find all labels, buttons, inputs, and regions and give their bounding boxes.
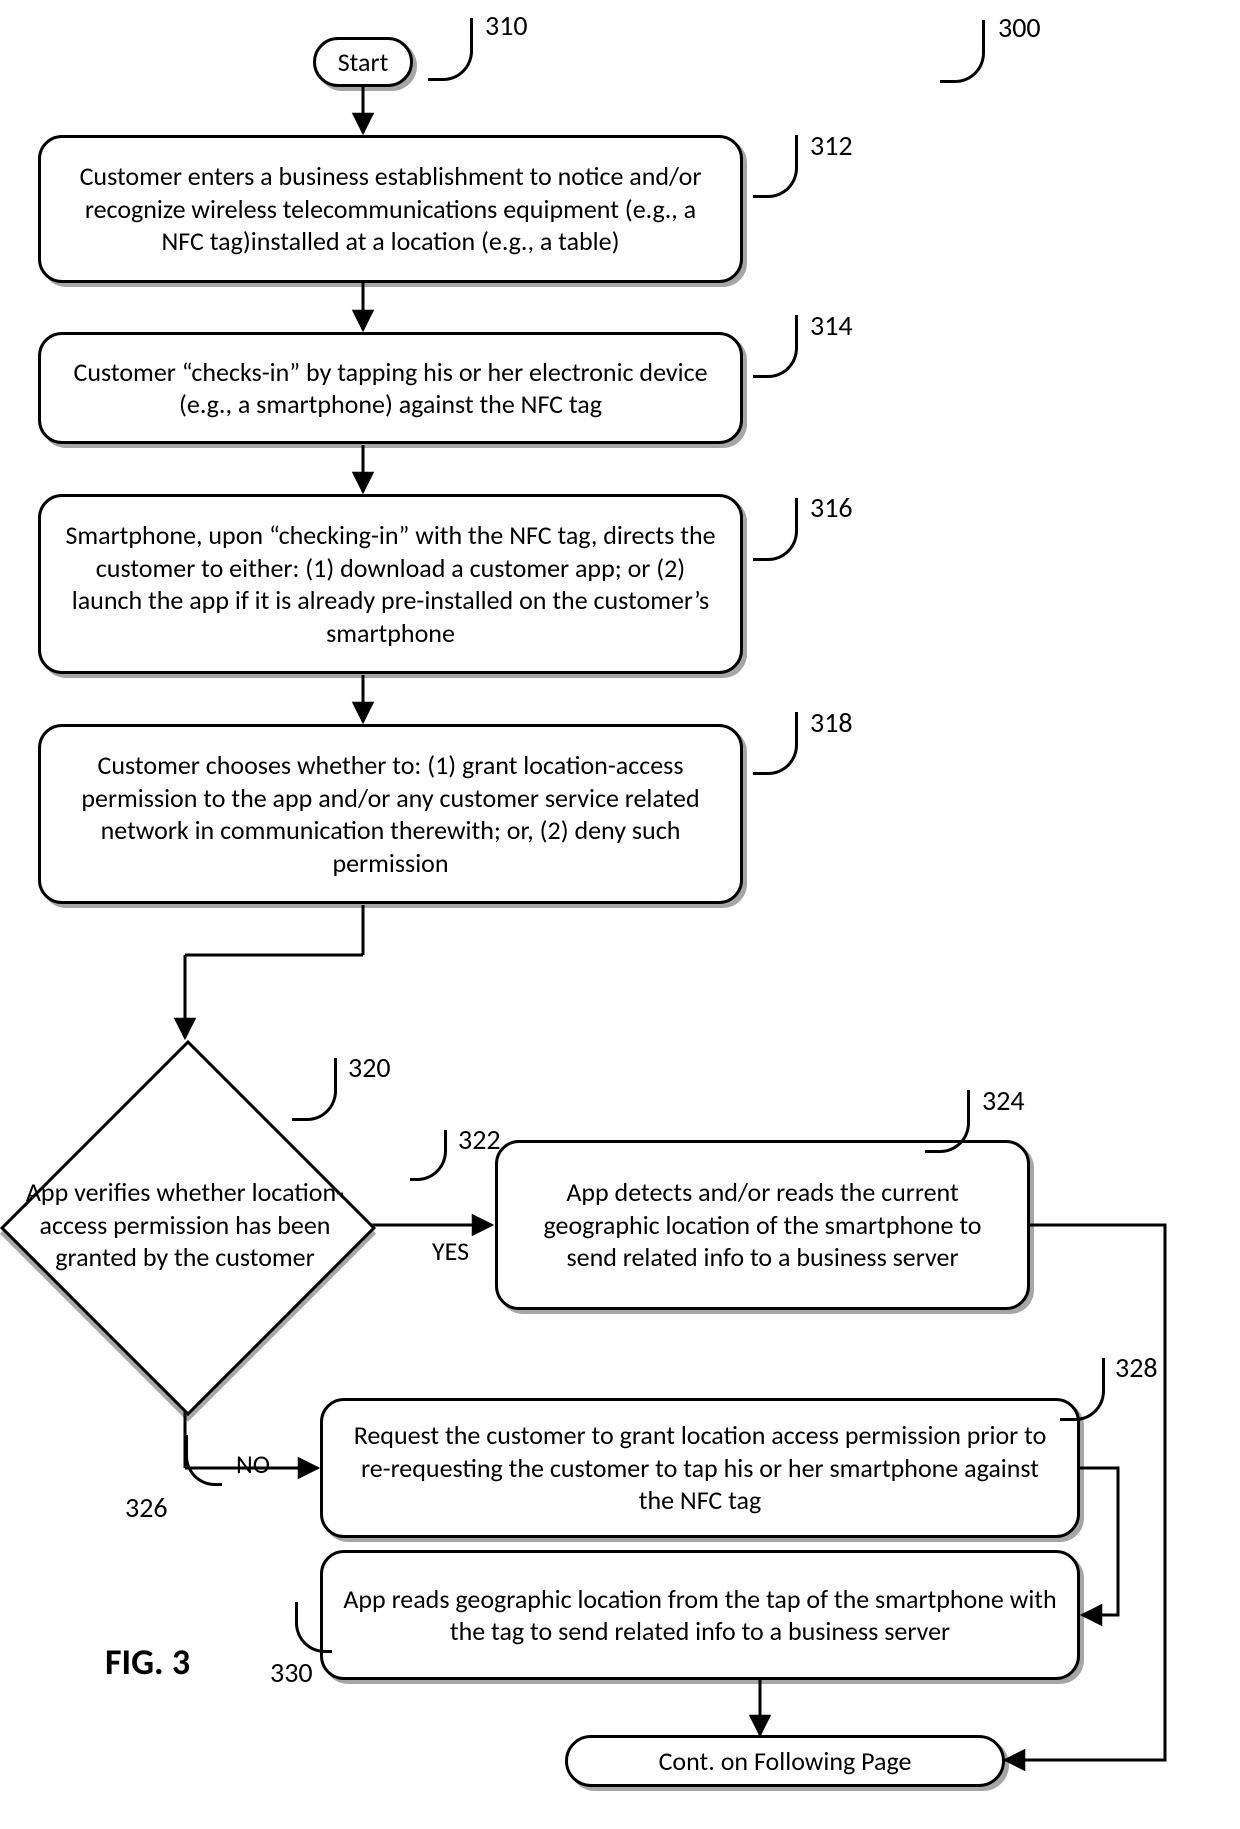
ref-316: 316: [810, 490, 853, 525]
node-continue: Cont. on Following Page: [565, 1735, 1005, 1787]
node-324: App detects and/or reads the current geo…: [495, 1140, 1030, 1310]
ref-324: 324: [982, 1083, 1025, 1118]
ref-328: 328: [1115, 1350, 1158, 1385]
node-314-label: Customer “checks-in” by tapping his or h…: [61, 356, 720, 421]
node-start-label: Start: [338, 46, 389, 79]
node-318: Customer chooses whether to: (1) grant l…: [38, 724, 743, 904]
figure-ref-300: 300: [998, 10, 1041, 45]
node-318-label: Customer chooses whether to: (1) grant l…: [61, 749, 720, 879]
branch-yes: YES: [432, 1235, 469, 1267]
node-328-label: Request the customer to grant location a…: [343, 1419, 1057, 1517]
ref-330: 330: [270, 1655, 313, 1690]
figure-label: FIG. 3: [105, 1640, 190, 1684]
ref-312: 312: [810, 128, 853, 163]
node-312-label: Customer enters a business establishment…: [61, 160, 720, 258]
node-330: App reads geographic location from the t…: [320, 1550, 1080, 1680]
branch-no: NO: [236, 1448, 270, 1480]
node-continue-label: Cont. on Following Page: [659, 1745, 912, 1778]
ref-314: 314: [810, 308, 853, 343]
ref-310: 310: [485, 8, 528, 43]
node-start: Start: [313, 37, 413, 87]
ref-326: 326: [125, 1490, 168, 1525]
ref-322: 322: [458, 1122, 501, 1157]
node-320-label: App verifies whether location-access per…: [20, 1176, 350, 1274]
node-328: Request the customer to grant location a…: [320, 1398, 1080, 1538]
node-314: Customer “checks-in” by tapping his or h…: [38, 332, 743, 444]
node-312: Customer enters a business establishment…: [38, 135, 743, 283]
node-324-label: App detects and/or reads the current geo…: [518, 1176, 1007, 1274]
node-316-label: Smartphone, upon “checking-in” with the …: [61, 519, 720, 649]
flowchart-canvas: 300 Start 310 Customer enters a business…: [0, 0, 1240, 1829]
node-330-label: App reads geographic location from the t…: [343, 1583, 1057, 1648]
ref-318: 318: [810, 705, 853, 740]
node-316: Smartphone, upon “checking-in” with the …: [38, 494, 743, 674]
ref-320: 320: [348, 1050, 391, 1085]
